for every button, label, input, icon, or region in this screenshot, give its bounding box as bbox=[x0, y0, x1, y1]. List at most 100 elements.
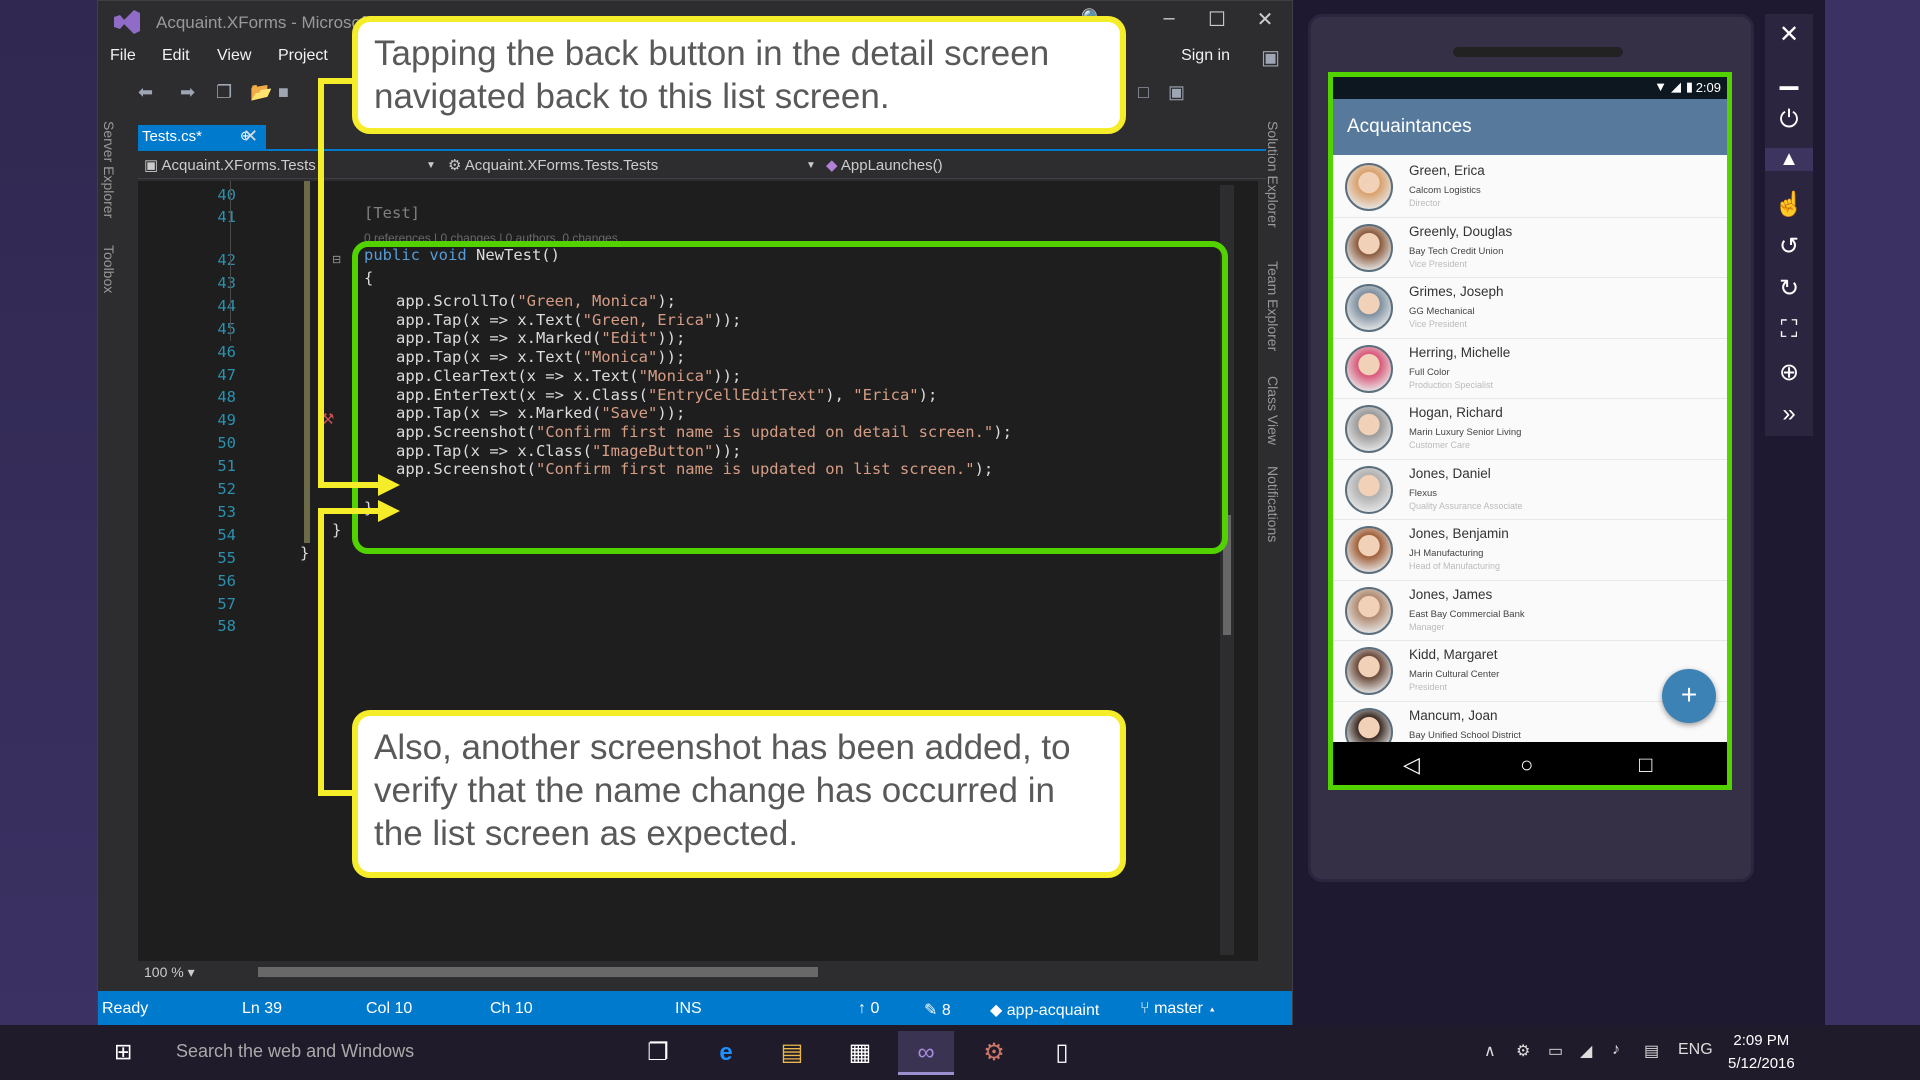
toolbox-tab[interactable]: Toolbox bbox=[101, 245, 117, 293]
right-tool-rail: Solution Explorer Team Explorer Class Vi… bbox=[1262, 111, 1292, 991]
line-number: 57 bbox=[217, 594, 236, 613]
up-arrow-icon: ↑ bbox=[858, 1000, 866, 1017]
horizontal-scroll-thumb[interactable] bbox=[258, 967, 818, 977]
outline-line bbox=[230, 181, 231, 341]
back-icon[interactable]: ⬅ bbox=[138, 82, 153, 103]
collapse-icon[interactable]: ⊟ bbox=[332, 253, 341, 266]
edge-icon[interactable]: e bbox=[698, 1031, 754, 1075]
minimize-icon[interactable]: ▁ bbox=[1765, 62, 1813, 91]
contact-row[interactable]: Jones, James East Bay Commercial Bank Mana… bbox=[1333, 581, 1727, 641]
device-icon[interactable]: □ bbox=[1138, 82, 1149, 103]
pending-changes-count: 8 bbox=[941, 1002, 951, 1019]
zoom-level: 100 % bbox=[144, 964, 184, 980]
line-number: 58 bbox=[217, 617, 236, 636]
pending-changes-indicator[interactable]: ✎ 8 bbox=[924, 1000, 951, 1020]
network-icon[interactable]: ◢ bbox=[1580, 1041, 1592, 1061]
touch-icon[interactable]: ☝ bbox=[1765, 190, 1813, 219]
battery-icon[interactable]: ▭ bbox=[1548, 1041, 1563, 1061]
zoom-icon[interactable]: ⊕ bbox=[1765, 358, 1813, 387]
file-explorer-icon[interactable]: ▤ bbox=[764, 1031, 820, 1075]
contact-title: Quality Assurance Associate bbox=[1409, 500, 1523, 511]
class-dropdown[interactable]: ⚙ Acquaint.XForms.Tests.Tests bbox=[448, 156, 658, 174]
recents-icon[interactable]: □ bbox=[1639, 752, 1652, 778]
wifi-icon: ▼ bbox=[1654, 79, 1667, 94]
tray-gear-icon[interactable]: ⚙ bbox=[1516, 1041, 1530, 1061]
rotate-left-icon[interactable]: ↺ bbox=[1765, 232, 1813, 261]
line-number: 54 bbox=[217, 525, 236, 544]
contact-row[interactable]: Greenly, Douglas Bay Tech Credit Union Vic… bbox=[1333, 218, 1727, 278]
more-tools-icon[interactable]: » bbox=[1765, 400, 1813, 428]
tab-close-icon[interactable]: ✕ bbox=[243, 126, 258, 147]
project-dropdown[interactable]: ▣ Acquaint.XForms.Tests bbox=[144, 156, 316, 174]
horizontal-scroll-row: 100 % ▾ bbox=[138, 961, 1258, 983]
callout-connector-bottom bbox=[318, 508, 324, 796]
solution-explorer-tab[interactable]: Solution Explorer bbox=[1265, 121, 1281, 228]
contact-row[interactable]: Hogan, Richard Marin Luxury Senior Living… bbox=[1333, 399, 1727, 460]
save-icon[interactable]: ■ bbox=[278, 82, 289, 103]
fit-screen-icon[interactable]: ⛶ bbox=[1765, 316, 1813, 344]
avatar bbox=[1345, 163, 1393, 211]
new-project-icon[interactable]: ❐ bbox=[216, 82, 232, 103]
open-file-icon[interactable]: 📂 bbox=[250, 82, 272, 103]
close-button[interactable]: ✕ bbox=[1250, 7, 1280, 32]
left-tool-rail: Server Explorer Toolbox bbox=[98, 111, 124, 991]
camera-icon[interactable]: ▣ bbox=[1168, 82, 1185, 103]
menu-file[interactable]: File bbox=[110, 47, 136, 65]
pending-push-indicator[interactable]: ↑ 0 bbox=[858, 1000, 879, 1018]
line-number: 55 bbox=[217, 548, 236, 567]
contact-row[interactable]: Grimes, Joseph GG Mechanical Vice Presiden… bbox=[1333, 278, 1727, 339]
action-center-icon[interactable]: ▤ bbox=[1644, 1041, 1659, 1061]
contact-company: Bay Tech Credit Union bbox=[1409, 245, 1504, 257]
contact-row[interactable]: Jones, Benjamin JH Manufacturing Head of M… bbox=[1333, 520, 1727, 581]
member-dropdown[interactable]: ◆ AppLaunches() bbox=[826, 156, 943, 174]
maximize-button[interactable]: ☐ bbox=[1202, 7, 1232, 32]
callout-top: Tapping the back button in the detail sc… bbox=[352, 16, 1126, 134]
avatar bbox=[1345, 284, 1393, 332]
home-icon[interactable]: ○ bbox=[1520, 752, 1533, 778]
contact-row[interactable]: Jones, Daniel Flexus Quality Assurance Ass… bbox=[1333, 460, 1727, 520]
xamarin-tool-icon[interactable]: ⚙ bbox=[966, 1031, 1022, 1075]
emulator-taskbar-icon[interactable]: ▯ bbox=[1034, 1031, 1090, 1075]
menu-edit[interactable]: Edit bbox=[162, 47, 190, 65]
team-explorer-tab[interactable]: Team Explorer bbox=[1265, 261, 1281, 351]
avatar bbox=[1345, 465, 1393, 514]
contact-title: Head of Manufacturing bbox=[1409, 561, 1501, 571]
visual-studio-taskbar-icon[interactable]: ∞ bbox=[898, 1031, 954, 1075]
taskbar-clock[interactable]: 2:09 PM 5/12/2016 bbox=[1728, 1029, 1795, 1075]
notifications-tab[interactable]: Notifications bbox=[1265, 466, 1281, 542]
windows-start-icon[interactable]: ⊞ bbox=[114, 1039, 132, 1065]
class-view-tab[interactable]: Class View bbox=[1265, 376, 1281, 445]
line-number: 51 bbox=[217, 457, 236, 476]
callout-connector-top-arrow bbox=[318, 482, 380, 488]
phone-speaker bbox=[1453, 47, 1623, 57]
phone-screen[interactable]: ▼ ◢ ▮ 2:09 Acquaintances Green, Erica Cal… bbox=[1328, 72, 1732, 790]
volume-icon[interactable]: ♪ bbox=[1612, 1041, 1620, 1059]
menu-project[interactable]: Project bbox=[278, 47, 328, 65]
server-explorer-tab[interactable]: Server Explorer bbox=[101, 121, 117, 218]
app-title: Acquaintances bbox=[1347, 116, 1472, 137]
sign-in-link[interactable]: Sign in bbox=[1181, 47, 1230, 65]
menu-view[interactable]: View bbox=[217, 47, 251, 65]
store-icon[interactable]: ▦ bbox=[832, 1031, 888, 1075]
forward-icon[interactable]: ➡ bbox=[180, 82, 195, 103]
repository-indicator[interactable]: ◆ app-acquaint bbox=[990, 1000, 1099, 1020]
add-contact-button[interactable]: + bbox=[1662, 669, 1716, 723]
contact-row[interactable]: Herring, Michelle Full Color Production Sp… bbox=[1333, 339, 1727, 399]
rotate-right-icon[interactable]: ↻ bbox=[1765, 274, 1813, 303]
task-view-icon[interactable]: ❐ bbox=[630, 1031, 686, 1075]
back-icon[interactable]: ◁ bbox=[1403, 752, 1420, 778]
contact-row[interactable]: Green, Erica Calcom Logistics Director bbox=[1333, 157, 1727, 218]
power-icon[interactable]: ⏻ bbox=[1765, 106, 1813, 134]
branch-indicator[interactable]: ⑂ master ▴ bbox=[1140, 1000, 1217, 1018]
language-indicator[interactable]: ENG bbox=[1678, 1041, 1713, 1059]
contact-list: Green, Erica Calcom Logistics Director Gree… bbox=[1333, 157, 1727, 762]
account-icon[interactable]: ▣ bbox=[1261, 45, 1280, 70]
taskbar-search[interactable]: Search the web and Windows bbox=[176, 1041, 414, 1062]
zoom-dropdown[interactable]: 100 % ▾ bbox=[144, 964, 195, 981]
contact-company: East Bay Commercial Bank bbox=[1409, 608, 1525, 620]
close-icon[interactable]: ✕ bbox=[1765, 20, 1813, 49]
tray-expand-icon[interactable]: ∧ bbox=[1484, 1041, 1496, 1061]
class-dropdown-label: Acquaint.XForms.Tests.Tests bbox=[464, 157, 659, 174]
minimize-button[interactable]: – bbox=[1154, 7, 1184, 30]
pointer-icon[interactable]: ▲ bbox=[1765, 148, 1813, 171]
